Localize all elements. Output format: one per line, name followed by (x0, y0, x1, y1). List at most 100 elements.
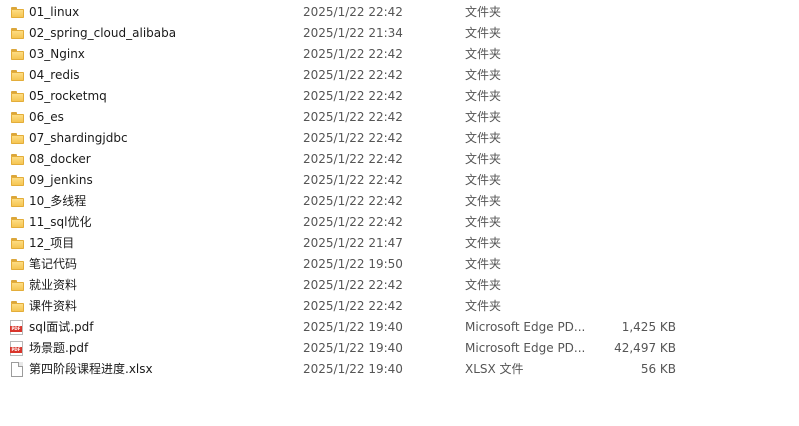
pdf-icon-label: PDF (10, 326, 22, 332)
file-size (600, 2, 676, 23)
file-name: 12_项目 (29, 236, 75, 250)
file-type: Microsoft Edge PD... (465, 320, 586, 334)
folder-icon (9, 191, 25, 212)
file-date: 2025/1/22 19:40 (303, 320, 403, 334)
file-type: 文件夹 (465, 26, 502, 40)
file-type: 文件夹 (465, 278, 502, 292)
file-size (600, 275, 676, 296)
file-type: 文件夹 (465, 68, 502, 82)
file-type: 文件夹 (465, 215, 502, 229)
file-date: 2025/1/22 22:42 (303, 173, 403, 187)
file-row[interactable]: 第四阶段课程进度.xlsx 2025/1/22 19:40 XLSX 文件 56… (0, 359, 799, 380)
file-name: 05_rocketmq (29, 89, 107, 103)
file-type: 文件夹 (465, 299, 502, 313)
file-type: 文件夹 (465, 47, 502, 61)
file-row[interactable]: 07_shardingjdbc 2025/1/22 22:42 文件夹 (0, 128, 799, 149)
file-row[interactable]: 06_es 2025/1/22 22:42 文件夹 (0, 107, 799, 128)
file-name: 第四阶段课程进度.xlsx (29, 362, 153, 376)
folder-icon (9, 212, 25, 233)
file-name: 02_spring_cloud_alibaba (29, 26, 177, 40)
file-type: 文件夹 (465, 173, 502, 187)
file-name: 笔记代码 (29, 257, 78, 271)
folder-icon (9, 296, 25, 317)
folder-icon (9, 107, 25, 128)
file-row[interactable]: 03_Nginx 2025/1/22 22:42 文件夹 (0, 44, 799, 65)
file-size: 56 KB (640, 362, 676, 376)
file-date: 2025/1/22 22:42 (303, 215, 403, 229)
file-row[interactable]: PDF 场景题.pdf 2025/1/22 19:40 Microsoft Ed… (0, 338, 799, 359)
file-type: 文件夹 (465, 236, 502, 250)
file-date: 2025/1/22 22:42 (303, 152, 403, 166)
folder-icon (9, 65, 25, 86)
folder-icon (9, 2, 25, 23)
file-row[interactable]: 02_spring_cloud_alibaba 2025/1/22 21:34 … (0, 23, 799, 44)
file-row[interactable]: 01_linux 2025/1/22 22:42 文件夹 (0, 2, 799, 23)
pdf-icon: PDF (9, 338, 25, 359)
file-row[interactable]: 就业资料 2025/1/22 22:42 文件夹 (0, 275, 799, 296)
file-name: sql面试.pdf (29, 320, 94, 334)
document-icon (9, 359, 25, 380)
folder-icon (9, 149, 25, 170)
file-name: 04_redis (29, 68, 80, 82)
file-name: 06_es (29, 110, 64, 124)
file-size: 1,425 KB (621, 320, 676, 334)
file-date: 2025/1/22 22:42 (303, 194, 403, 208)
file-size (600, 149, 676, 170)
folder-icon (9, 170, 25, 191)
file-size (600, 23, 676, 44)
file-date: 2025/1/22 22:42 (303, 131, 403, 145)
file-name: 07_shardingjdbc (29, 131, 128, 145)
file-row[interactable]: 10_多线程 2025/1/22 22:42 文件夹 (0, 191, 799, 212)
pdf-icon-label: PDF (10, 347, 22, 353)
file-name: 就业资料 (29, 278, 78, 292)
file-date: 2025/1/22 21:34 (303, 26, 403, 40)
file-size (600, 128, 676, 149)
folder-icon (9, 233, 25, 254)
pdf-icon: PDF (9, 317, 25, 338)
file-date: 2025/1/22 22:42 (303, 68, 403, 82)
folder-icon (9, 23, 25, 44)
file-size (600, 191, 676, 212)
file-date: 2025/1/22 22:42 (303, 299, 403, 313)
file-size: 42,497 KB (614, 341, 676, 355)
file-date: 2025/1/22 22:42 (303, 89, 403, 103)
folder-icon (9, 44, 25, 65)
file-list: 01_linux 2025/1/22 22:42 文件夹 02_spring_c… (0, 2, 799, 380)
file-name: 08_docker (29, 152, 91, 166)
folder-icon (9, 86, 25, 107)
file-type: XLSX 文件 (465, 362, 524, 376)
file-size (600, 86, 676, 107)
file-name: 课件资料 (29, 299, 78, 313)
file-row[interactable]: 08_docker 2025/1/22 22:42 文件夹 (0, 149, 799, 170)
file-type: 文件夹 (465, 194, 502, 208)
file-type: 文件夹 (465, 89, 502, 103)
file-row[interactable]: 笔记代码 2025/1/22 19:50 文件夹 (0, 254, 799, 275)
file-row[interactable]: 课件资料 2025/1/22 22:42 文件夹 (0, 296, 799, 317)
file-date: 2025/1/22 19:40 (303, 341, 403, 355)
file-row[interactable]: 05_rocketmq 2025/1/22 22:42 文件夹 (0, 86, 799, 107)
file-row[interactable]: 04_redis 2025/1/22 22:42 文件夹 (0, 65, 799, 86)
file-row[interactable]: 12_项目 2025/1/22 21:47 文件夹 (0, 233, 799, 254)
file-size (600, 254, 676, 275)
file-size (600, 107, 676, 128)
file-date: 2025/1/22 22:42 (303, 47, 403, 61)
file-row[interactable]: 11_sql优化 2025/1/22 22:42 文件夹 (0, 212, 799, 233)
file-type: 文件夹 (465, 131, 502, 145)
file-date: 2025/1/22 22:42 (303, 5, 403, 19)
file-size (600, 44, 676, 65)
file-date: 2025/1/22 21:47 (303, 236, 403, 250)
file-size (600, 296, 676, 317)
file-row[interactable]: 09_jenkins 2025/1/22 22:42 文件夹 (0, 170, 799, 191)
file-size (600, 212, 676, 233)
file-type: 文件夹 (465, 5, 502, 19)
file-date: 2025/1/22 22:42 (303, 278, 403, 292)
file-name: 01_linux (29, 5, 80, 19)
file-type: Microsoft Edge PD... (465, 341, 586, 355)
folder-icon (9, 128, 25, 149)
file-date: 2025/1/22 22:42 (303, 110, 403, 124)
file-name: 11_sql优化 (29, 215, 92, 229)
file-name: 09_jenkins (29, 173, 93, 187)
file-row[interactable]: PDF sql面试.pdf 2025/1/22 19:40 Microsoft … (0, 317, 799, 338)
file-size (600, 65, 676, 86)
file-name: 10_多线程 (29, 194, 87, 208)
